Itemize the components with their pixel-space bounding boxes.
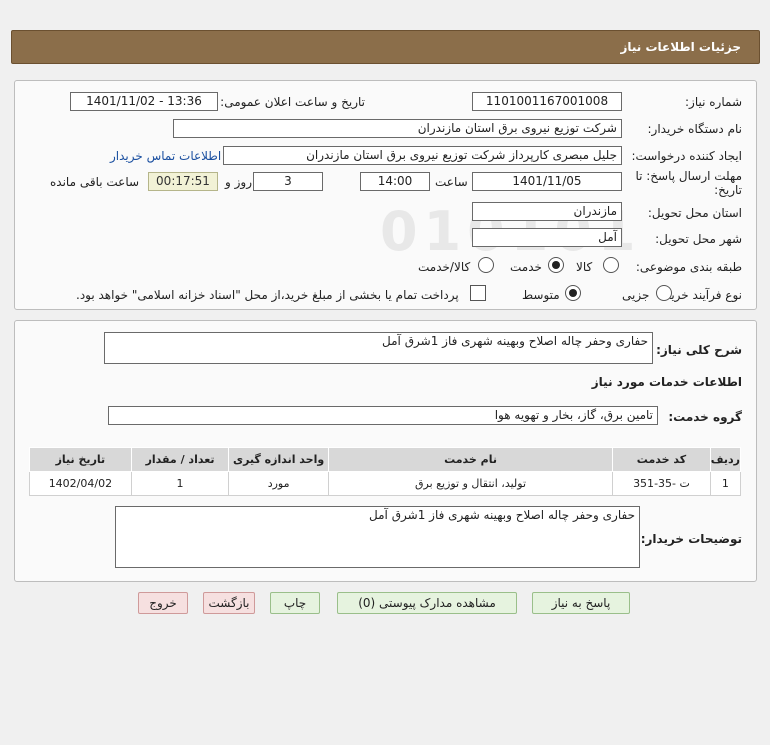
treasury-checkbox[interactable]	[470, 285, 486, 301]
cell-code: ت -35-351	[612, 471, 711, 496]
col-unit-header: واحد اندازه گیری	[228, 447, 329, 472]
col-name-header: نام خدمت	[327, 447, 614, 472]
buyer-notes-field: حفاری وحفر چاله اصلاح وبهینه شهری فاز 1ش…	[115, 506, 640, 568]
buyer-contact-link[interactable]: اطلاعات تماس خریدار	[110, 149, 221, 163]
deadline-label: مهلت ارسال پاسخ: تا	[635, 169, 742, 183]
province-field: مازندران	[472, 202, 622, 221]
deadline-time-field: 14:00	[360, 172, 430, 191]
days-field: 3	[253, 172, 323, 191]
col-code-header: کد خدمت	[612, 447, 711, 472]
print-button[interactable]: چاپ	[270, 592, 320, 614]
buyer-notes-label: توضیحات خریدار:	[640, 532, 742, 546]
buyer-label: نام دستگاه خریدار:	[647, 122, 743, 136]
summary-label: شرح کلی نیاز:	[656, 343, 742, 357]
cell-row: 1	[709, 471, 742, 496]
announce-field: 1401/11/02 - 13:36	[70, 92, 218, 111]
process-option-medium: متوسط	[522, 288, 560, 302]
view-attachments-button[interactable]: مشاهده مدارک پیوستی (0)	[337, 592, 517, 614]
deadline-label-date: تاریخ:	[714, 183, 742, 197]
payment-note: پرداخت تمام یا بخشی از مبلغ خرید،از محل …	[76, 288, 459, 302]
days-label: روز و	[225, 175, 252, 189]
category-radio-service[interactable]	[548, 257, 564, 273]
need-number-label: شماره نیاز:	[685, 95, 742, 109]
category-option-goods-service: کالا/خدمت	[418, 260, 471, 274]
category-radio-goods-service[interactable]	[478, 257, 494, 273]
services-heading: اطلاعات خدمات مورد نیاز	[591, 375, 742, 389]
category-radio-goods[interactable]	[603, 257, 619, 273]
province-label: استان محل تحویل:	[647, 206, 742, 220]
cell-date: 1402/04/02	[29, 471, 132, 496]
process-option-minor: جزیی	[622, 288, 650, 302]
need-details-panel	[14, 80, 757, 310]
category-option-goods: کالا	[576, 260, 593, 274]
need-number-field: 1101001167001008	[472, 92, 622, 111]
category-label: طبقه بندی موضوعی:	[635, 260, 742, 274]
cell-name: تولید، انتقال و توزیع برق	[327, 471, 614, 496]
city-label: شهر محل تحویل:	[655, 232, 742, 246]
reply-button[interactable]: پاسخ به نیاز	[532, 592, 630, 614]
col-date-header: تاریخ نیاز	[29, 447, 132, 472]
process-radio-minor[interactable]	[656, 285, 672, 301]
cell-qty: 1	[130, 471, 230, 496]
creator-field: جلیل مبصری کارپرداز شرکت توزیع نیروی برق…	[223, 146, 622, 165]
page-header: جزئیات اطلاعات نیاز	[11, 30, 760, 64]
cell-unit: مورد	[228, 471, 329, 496]
col-qty-header: تعداد / مقدار	[130, 447, 230, 472]
page-title: جزئیات اطلاعات نیاز	[620, 40, 741, 54]
col-row-header: ردیف	[709, 447, 742, 472]
deadline-time-label: ساعت	[435, 175, 468, 189]
creator-label: ایجاد کننده درخواست:	[631, 149, 742, 163]
announce-label: تاریخ و ساعت اعلان عمومی:	[220, 95, 365, 109]
table-header-row: ردیف کد خدمت نام خدمت واحد اندازه گیری ت…	[29, 447, 742, 472]
exit-button[interactable]: خروج	[138, 592, 188, 614]
services-table: ردیف کد خدمت نام خدمت واحد اندازه گیری ت…	[29, 447, 742, 496]
summary-field: حفاری وحفر چاله اصلاح وبهینه شهری فاز 1ش…	[104, 332, 653, 364]
category-option-service: خدمت	[510, 260, 542, 274]
service-group-label: گروه خدمت:	[668, 410, 742, 424]
table-row: 1 ت -35-351 تولید، انتقال و توزیع برق مو…	[29, 471, 742, 496]
back-button[interactable]: بازگشت	[203, 592, 255, 614]
deadline-date-field: 1401/11/05	[472, 172, 622, 191]
service-group-field: تامین برق، گاز، بخار و تهویه هوا	[108, 406, 658, 425]
process-radio-medium[interactable]	[565, 285, 581, 301]
remaining-time-field: 00:17:51	[148, 172, 218, 191]
remaining-time-label: ساعت باقی مانده	[50, 175, 140, 189]
city-field: آمل	[472, 228, 622, 247]
buyer-field: شرکت توزیع نیروی برق استان مازندران	[173, 119, 622, 138]
